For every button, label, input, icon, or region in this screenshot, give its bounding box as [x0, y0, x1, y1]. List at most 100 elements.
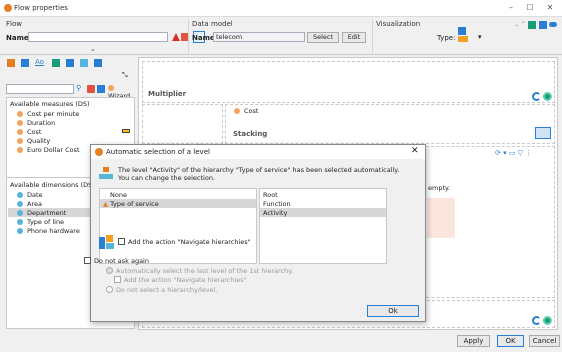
radio-icon [106, 286, 113, 293]
dimension-item-selected[interactable]: Department [17, 209, 66, 217]
hierarchy-info-icon [99, 167, 113, 179]
level-item[interactable]: Function [263, 200, 291, 208]
side-drop-zone[interactable] [142, 104, 223, 144]
measure-item[interactable]: Quality [17, 137, 50, 145]
measure-item[interactable]: Cost per minute [17, 110, 79, 118]
series-zone[interactable] [225, 104, 555, 144]
gear-icon[interactable] [543, 92, 552, 101]
hierarchy-list: None ▲ Type of service [99, 188, 257, 264]
dialog-close-button[interactable]: ✕ [411, 146, 419, 156]
refresh-icon[interactable] [532, 316, 541, 325]
dimension-item[interactable]: Phone hardware [17, 227, 80, 235]
chart-type-selector[interactable] [458, 27, 474, 45]
toggle-icon[interactable] [549, 22, 557, 27]
filter-tab-icon[interactable] [66, 59, 74, 67]
dialog-app-icon [95, 148, 103, 156]
clear-icon[interactable] [87, 85, 95, 93]
app-icon [4, 4, 12, 12]
chart-toolbar-icons[interactable]: ⟳ ▾ ▭ ▽ ⋮ [495, 149, 532, 157]
select-label: Select [312, 33, 334, 41]
multiplier-label: Multiplier [148, 90, 187, 98]
warning-icon [172, 33, 180, 41]
navigate-hierarchies-icon [99, 235, 115, 249]
stacking-label: Stacking [233, 130, 268, 138]
empty-message-fragment: empty. [428, 184, 450, 192]
checkbox-icon [114, 276, 121, 283]
dialog-titlebar: Automatic selection of a level ✕ [91, 145, 425, 159]
measure-item[interactable]: Euro Dollar Cost [17, 146, 80, 154]
text-tab-icon[interactable]: Ao [35, 58, 44, 66]
caret-icons: ⌄ ⌃ [514, 21, 526, 28]
level-item-selected[interactable]: Activity [263, 209, 287, 217]
apply-button[interactable]: Apply [457, 335, 490, 347]
hierarchy-item[interactable]: None [110, 191, 127, 199]
measures-header: Available measures (DS) [10, 100, 90, 108]
dimension-item[interactable]: Date [17, 191, 43, 199]
measure-item[interactable]: Duration [17, 119, 55, 127]
left-toolbar: Ao [4, 57, 114, 69]
level-selection-dialog: Automatic selection of a level ✕ The lev… [84, 144, 426, 322]
gear-icon[interactable] [543, 316, 552, 325]
preview-icon[interactable] [528, 21, 536, 29]
auto-select-radio[interactable]: Automatically select the last level of t… [106, 267, 293, 275]
stacking-settings-button[interactable] [535, 127, 551, 139]
navigate-action-checkbox[interactable]: Add the action "Navigate hierarchies" [118, 238, 251, 246]
wizard-icon [108, 85, 114, 91]
empty-warning-panel [427, 198, 455, 238]
dialog-message-line1: The level "Activity" of the hierarchy "T… [118, 166, 400, 174]
wizard-button[interactable]: Wizard [108, 84, 135, 100]
dialog-ok-button[interactable]: Ok [367, 305, 419, 317]
checkbox-icon [118, 238, 125, 245]
level-item[interactable]: Root [263, 191, 278, 199]
visualization-section-label: Visualization [376, 20, 421, 28]
collapse-chevron-icon[interactable]: ⌄ [90, 45, 96, 53]
dimensions-tab-icon[interactable] [21, 59, 29, 67]
multiplier-zone[interactable] [142, 61, 555, 103]
dialog-title: Automatic selection of a level [106, 148, 210, 156]
select-button[interactable]: Select [307, 32, 339, 43]
pin-icon[interactable]: ⤡ [122, 71, 128, 80]
section-divider [372, 19, 373, 53]
auto-navigate-checkbox[interactable]: Add the action "Navigate hierarchies" [114, 276, 247, 284]
chevron-down-icon[interactable]: ▾ [478, 33, 482, 41]
do-not-ask-checkbox[interactable]: Do not ask again [84, 257, 149, 265]
dimension-item[interactable]: Type of line [17, 218, 64, 226]
measure-color-icon [122, 129, 130, 133]
settings-tab-icon[interactable] [94, 59, 102, 67]
refresh-icon[interactable] [532, 92, 541, 101]
search-icon[interactable]: ⚲ [76, 84, 81, 92]
window-title: Flow properties [14, 4, 68, 12]
cost-chip[interactable]: Cost [234, 107, 258, 115]
measures-tab-icon[interactable] [7, 59, 15, 67]
link-tab-icon[interactable] [52, 59, 60, 67]
radio-icon [106, 267, 113, 274]
data-model-section-label: Data model [192, 20, 233, 28]
edit-label: Edit [347, 33, 361, 41]
minimize-button[interactable]: – [502, 2, 520, 14]
dimension-item[interactable]: Area [17, 200, 42, 208]
flow-name-input[interactable] [28, 32, 168, 42]
ok-button[interactable]: OK [497, 335, 524, 347]
hierarchy-item-selected[interactable]: ▲ Type of service [103, 200, 159, 208]
flow-section-label: Flow [6, 20, 22, 28]
dimensions-header: Available dimensions (DS) [10, 181, 95, 189]
header-area: Flow Name: ⌄ Data model Name: telecom Se… [0, 17, 562, 55]
window-titlebar: Flow properties – ☐ ✕ [0, 0, 562, 17]
edit-button[interactable]: Edit [342, 32, 366, 43]
section-divider [188, 19, 189, 53]
display-icon[interactable] [539, 21, 547, 29]
cancel-button[interactable]: Cancel [529, 335, 560, 347]
table-icon[interactable] [97, 85, 105, 93]
hierarchy-tab-icon[interactable] [80, 59, 88, 67]
checkbox-icon [84, 257, 91, 264]
data-model-name-field: telecom [213, 32, 305, 42]
level-list: Root Function Activity [259, 188, 387, 264]
visualization-type-label: Type: [437, 34, 456, 42]
measure-item[interactable]: Cost [17, 128, 41, 136]
no-select-radio[interactable]: Do not select a hierarchy/level. [106, 286, 218, 294]
chart-type-icon [458, 27, 466, 35]
maximize-button[interactable]: ☐ [521, 2, 539, 14]
field-search-input[interactable] [6, 84, 74, 94]
close-button[interactable]: ✕ [541, 2, 559, 14]
dialog-message-line2: You can change the selection. [118, 174, 216, 182]
